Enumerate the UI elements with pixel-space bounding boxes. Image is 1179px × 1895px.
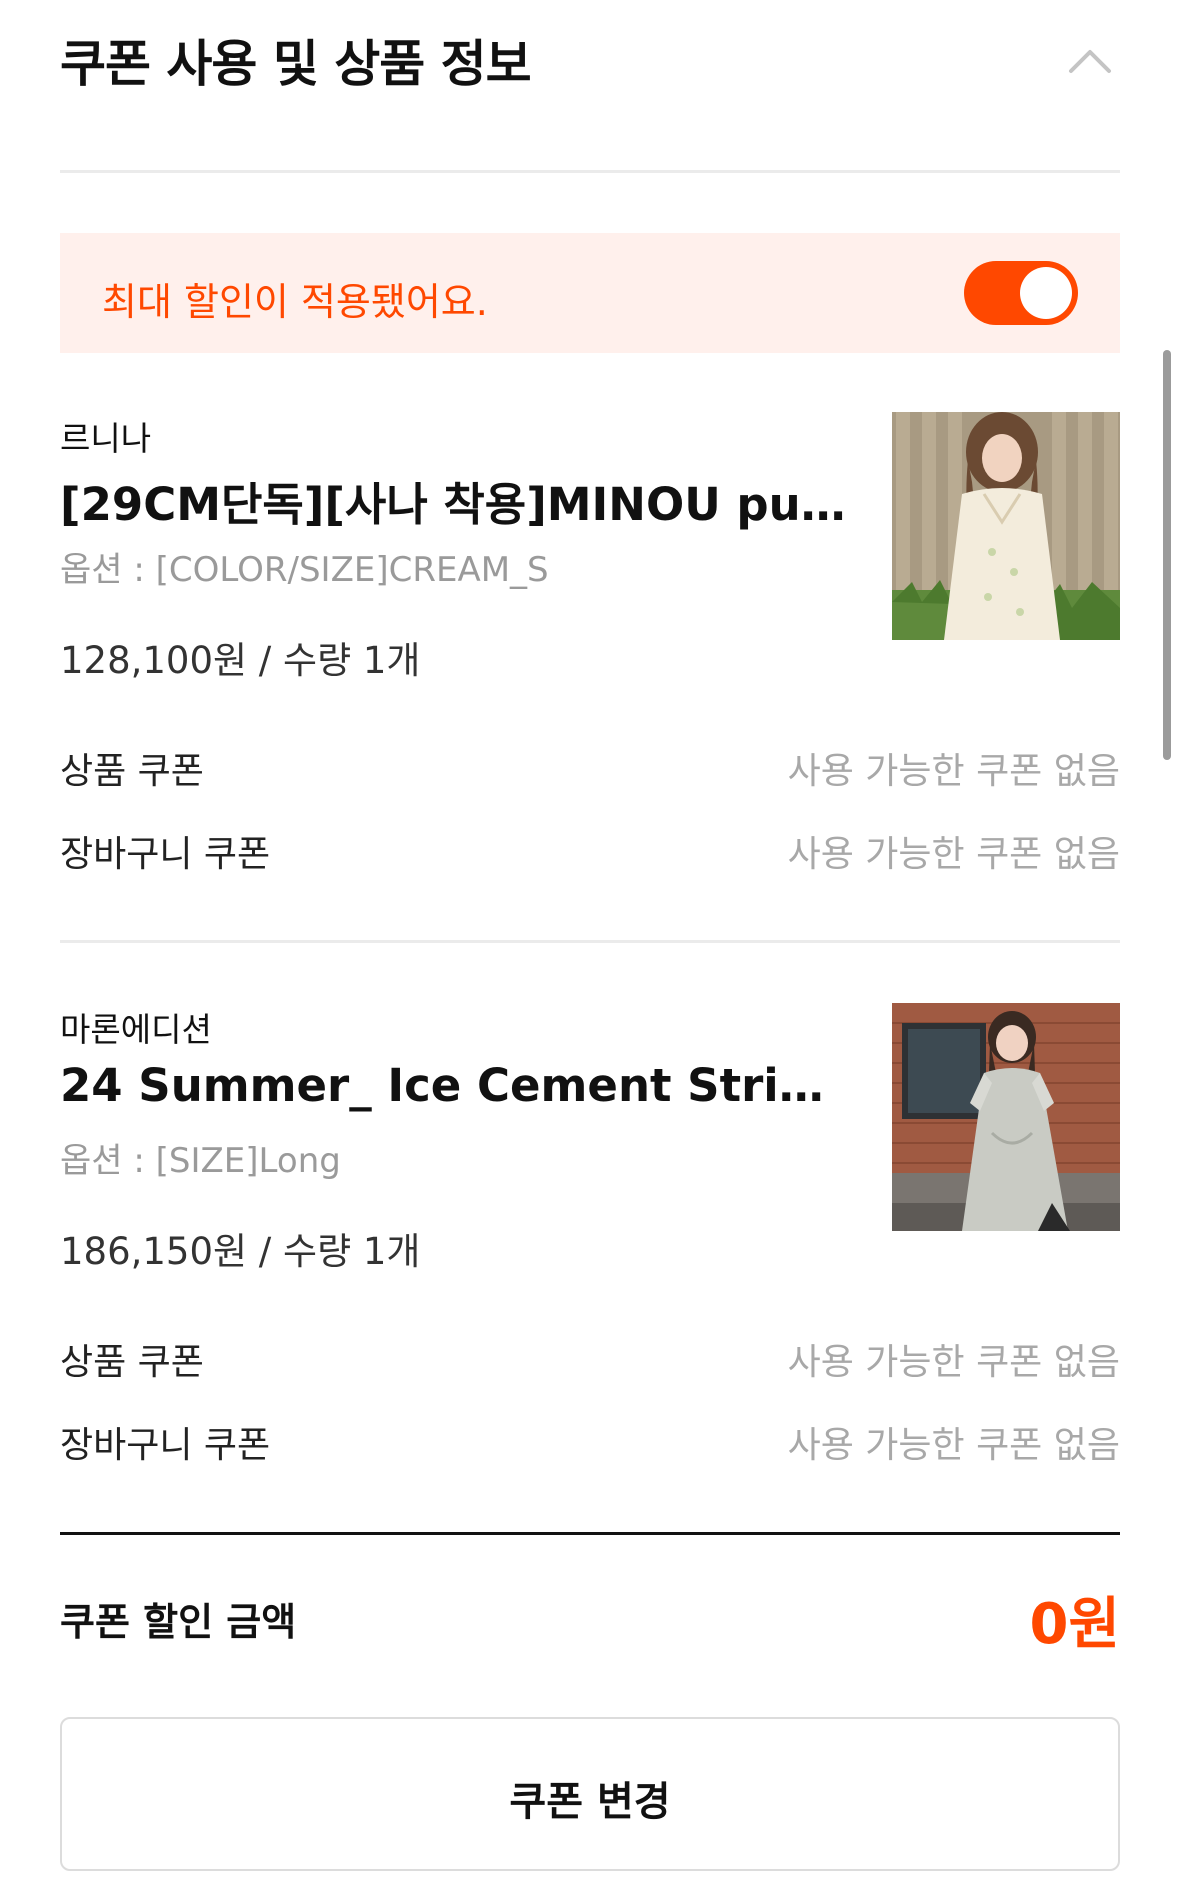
toggle-knob [1020, 267, 1072, 319]
max-discount-toggle[interactable] [964, 261, 1078, 325]
product-brand: 마론에디션 [60, 1010, 212, 1049]
product-item: 르니나 [29CM단독][사나 착용]MINOU pu... 옵션 : [COL… [60, 412, 1120, 932]
section-header[interactable]: 쿠폰 사용 및 상품 정보 [60, 24, 1120, 102]
product-coupon-label: 상품 쿠폰 [60, 751, 204, 792]
product-name: [29CM단독][사나 착용]MINOU pu... [60, 478, 850, 531]
product-option: 옵션 : [SIZE]Long [60, 1141, 341, 1181]
divider [60, 940, 1120, 943]
scrollbar[interactable] [1163, 350, 1171, 760]
coupon-discount-summary: 쿠폰 할인 금액 0원 [60, 1585, 1120, 1657]
cart-coupon-value: 사용 가능한 쿠폰 없음 [787, 1425, 1120, 1466]
chevron-up-icon[interactable] [1068, 46, 1112, 74]
product-coupon-value: 사용 가능한 쿠폰 없음 [787, 751, 1120, 792]
summary-divider [60, 1532, 1120, 1535]
product-coupon-row[interactable]: 상품 쿠폰 사용 가능한 쿠폰 없음 [60, 742, 1120, 792]
product-brand: 르니나 [60, 419, 152, 458]
section-title: 쿠폰 사용 및 상품 정보 [60, 35, 532, 93]
change-coupon-button[interactable]: 쿠폰 변경 [60, 1717, 1120, 1871]
divider [60, 170, 1120, 173]
product-coupon-label: 상품 쿠폰 [60, 1342, 204, 1383]
coupon-discount-label: 쿠폰 할인 금액 [60, 1600, 297, 1644]
product-name: 24 Summer_ Ice Cement String... [60, 1059, 850, 1112]
cart-coupon-value: 사용 가능한 쿠폰 없음 [787, 834, 1120, 875]
product-price-quantity: 186,150원 / 수량 1개 [60, 1230, 421, 1273]
cart-coupon-row[interactable]: 장바구니 쿠폰 사용 가능한 쿠폰 없음 [60, 825, 1120, 875]
product-price-quantity: 128,100원 / 수량 1개 [60, 639, 421, 682]
cart-coupon-row[interactable]: 장바구니 쿠폰 사용 가능한 쿠폰 없음 [60, 1416, 1120, 1466]
product-option: 옵션 : [COLOR/SIZE]CREAM_S [60, 550, 549, 590]
product-thumbnail[interactable] [892, 412, 1120, 640]
max-discount-banner: 최대 할인이 적용됐어요. [60, 233, 1120, 353]
coupon-discount-amount: 0원 [1029, 1592, 1121, 1657]
cart-coupon-label: 장바구니 쿠폰 [60, 834, 271, 875]
change-coupon-label: 쿠폰 변경 [509, 1779, 671, 1825]
product-coupon-row[interactable]: 상품 쿠폰 사용 가능한 쿠폰 없음 [60, 1333, 1120, 1383]
product-item: 마론에디션 24 Summer_ Ice Cement String... 옵션… [60, 1003, 1120, 1523]
product-coupon-value: 사용 가능한 쿠폰 없음 [787, 1342, 1120, 1383]
product-thumbnail[interactable] [892, 1003, 1120, 1231]
cart-coupon-label: 장바구니 쿠폰 [60, 1425, 271, 1466]
max-discount-text: 최대 할인이 적용됐어요. [102, 280, 488, 324]
